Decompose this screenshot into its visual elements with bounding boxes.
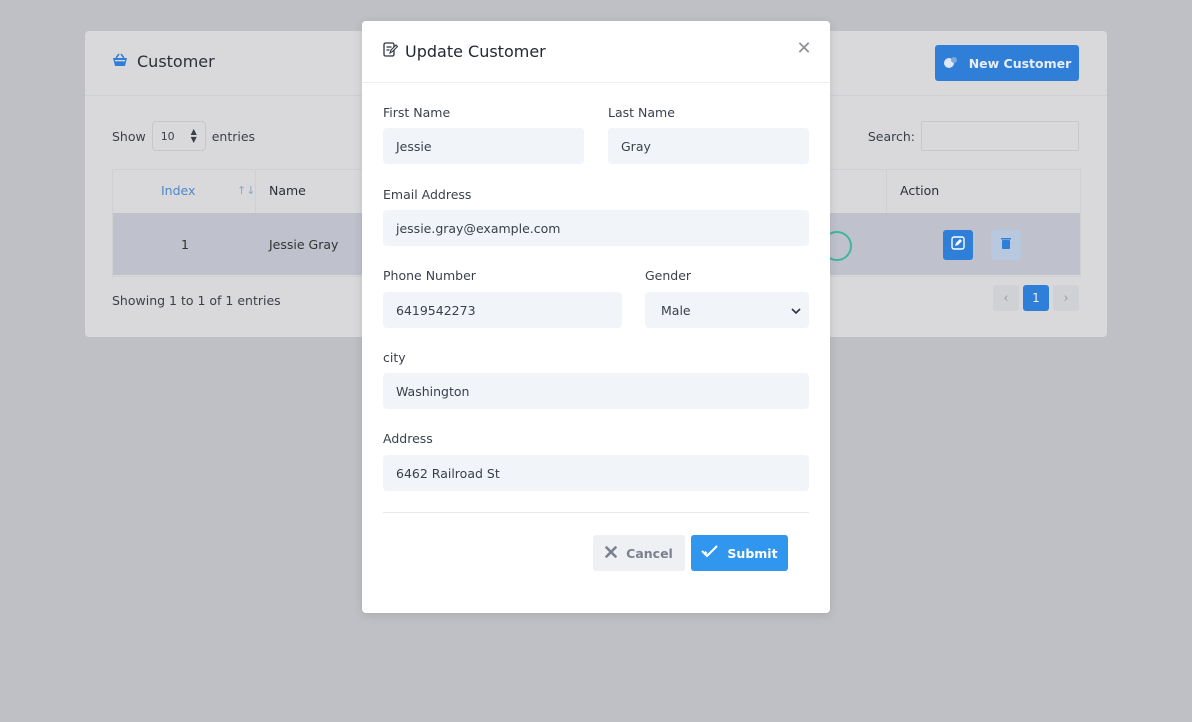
sort-icon[interactable]: ↑↓ <box>237 184 255 197</box>
column-action: Action <box>900 183 940 198</box>
column-index[interactable]: Index <box>161 183 195 198</box>
chevron-down-icon <box>791 303 801 318</box>
first-name-label: First Name <box>383 105 451 120</box>
entries-select[interactable]: 10 ▲ ▼ <box>151 121 206 151</box>
address-label: Address <box>383 431 433 446</box>
modal-title: Update Customer <box>383 41 546 61</box>
entries-label: entries <box>211 128 256 144</box>
x-icon <box>605 545 617 561</box>
modal-header: Update Customer ✕ <box>362 21 830 83</box>
phone-input[interactable]: 6419542273 <box>383 292 622 328</box>
basket-icon <box>112 52 128 71</box>
gender-select[interactable]: Male <box>645 292 809 328</box>
email-label: Email Address <box>383 187 472 202</box>
edit-document-icon <box>383 41 399 61</box>
check-icon <box>701 545 718 561</box>
city-input[interactable]: Washington <box>383 373 809 409</box>
update-customer-modal: Update Customer ✕ First Name Jessie Last… <box>362 21 830 613</box>
sort-arrows-icon: ▲ ▼ <box>190 127 197 144</box>
cancel-button[interactable]: Cancel <box>593 535 685 571</box>
first-name-input[interactable]: Jessie <box>383 128 584 164</box>
trash-icon <box>1001 237 1011 253</box>
page-1-button[interactable]: 1 <box>1023 285 1049 311</box>
show-label: Show <box>112 128 146 144</box>
search-area: Search: <box>868 121 1079 151</box>
search-label: Search: <box>867 128 915 144</box>
submit-label: Submit <box>727 545 778 561</box>
modal-title-text: Update Customer <box>405 41 546 61</box>
phone-label: Phone Number <box>383 268 476 283</box>
edit-icon <box>951 236 965 254</box>
new-customer-button[interactable]: New Customer <box>935 45 1079 81</box>
showing-entries-text: Showing 1 to 1 of 1 entries <box>112 293 281 308</box>
edit-button[interactable] <box>943 230 973 260</box>
next-page-button[interactable]: › <box>1053 285 1079 311</box>
address-input[interactable]: 6462 Railroad St <box>383 455 809 491</box>
column-name[interactable]: Name <box>269 183 306 198</box>
toggle-icon <box>943 55 959 72</box>
gender-value: Male <box>661 302 691 318</box>
prev-page-button[interactable]: ‹ <box>993 285 1019 311</box>
email-input[interactable]: jessie.gray@example.com <box>383 210 809 246</box>
last-name-input[interactable]: Gray <box>608 128 809 164</box>
show-entries: Show 10 ▲ ▼ entries <box>112 121 255 151</box>
close-icon[interactable]: ✕ <box>796 40 812 58</box>
search-input[interactable] <box>921 121 1079 151</box>
entries-value: 10 <box>160 129 175 143</box>
cell-index: 1 <box>181 237 189 252</box>
last-name-label: Last Name <box>608 105 675 120</box>
new-customer-label: New Customer <box>968 55 1072 71</box>
submit-button[interactable]: Submit <box>691 535 788 571</box>
delete-button[interactable] <box>991 230 1021 260</box>
gender-label: Gender <box>645 268 692 283</box>
modal-divider <box>383 512 809 513</box>
cell-name: Jessie Gray <box>269 237 339 252</box>
city-label: city <box>383 350 406 365</box>
card-title: Customer <box>112 52 215 71</box>
card-title-text: Customer <box>137 52 215 71</box>
pagination: ‹ 1 › <box>993 285 1079 311</box>
cancel-label: Cancel <box>626 545 673 561</box>
